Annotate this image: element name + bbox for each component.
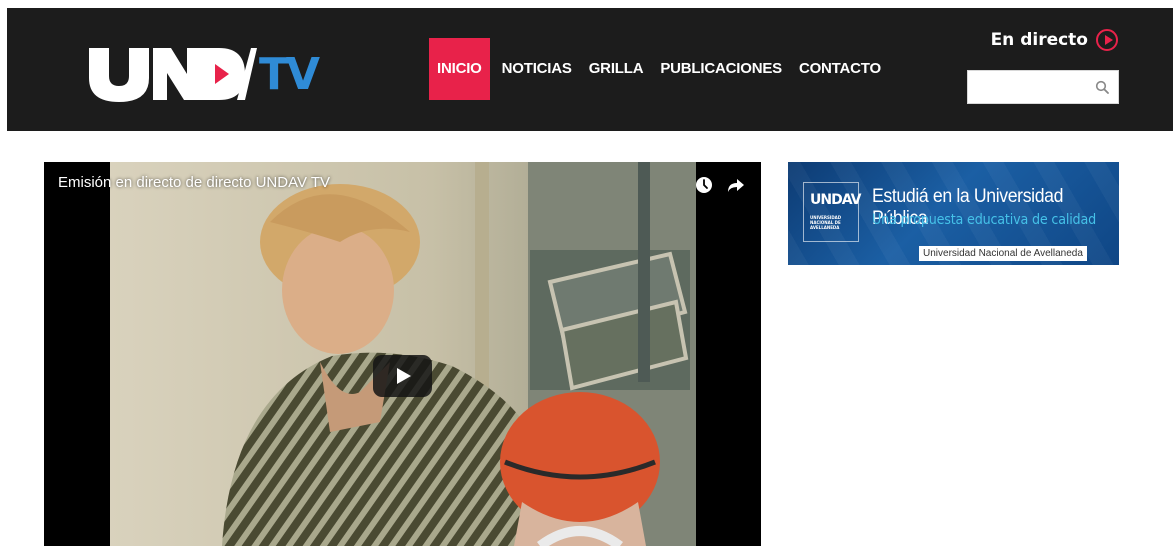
site-header: TV INICIO NOTICIAS GRILLA PUBLICACIONES … <box>7 8 1173 131</box>
university-banner[interactable]: UNDAV UNIVERSIDAD NACIONAL DE AVELLANEDA… <box>788 162 1119 265</box>
search-icon[interactable] <box>1095 80 1109 94</box>
play-icon[interactable] <box>373 355 432 397</box>
search-box <box>967 70 1119 104</box>
clock-icon[interactable] <box>695 176 713 194</box>
banner-tag: Universidad Nacional de Avellaneda <box>919 246 1087 261</box>
share-icon[interactable] <box>727 176 745 194</box>
nav-item-grilla[interactable]: GRILLA <box>582 38 651 100</box>
nav-item-noticias[interactable]: NOTICIAS <box>495 38 579 100</box>
search-input[interactable] <box>974 72 1093 104</box>
banner-logo-text: UNIVERSIDAD NACIONAL DE AVELLANEDA <box>810 215 842 230</box>
nav-item-publicaciones[interactable]: PUBLICACIONES <box>653 38 789 100</box>
video-player[interactable]: Emisión en directo de directo UNDAV TV <box>44 162 761 546</box>
video-thumbnail <box>110 162 696 546</box>
undav-logo-mark <box>89 48 257 102</box>
main-nav: INICIO NOTICIAS GRILLA PUBLICACIONES CON… <box>429 38 891 100</box>
nav-item-contacto[interactable]: CONTACTO <box>792 38 888 100</box>
site-logo[interactable]: TV <box>87 42 320 104</box>
video-toolbar <box>695 176 745 194</box>
live-label: En directo <box>990 30 1088 50</box>
nav-item-inicio[interactable]: INICIO <box>429 38 490 100</box>
banner-subtitle: Una propuesta educativa de calidad <box>872 212 1096 228</box>
play-circle-icon <box>1096 29 1118 51</box>
video-title: Emisión en directo de directo UNDAV TV <box>58 174 331 191</box>
logo-tv-text: TV <box>259 49 320 100</box>
banner-logo: UNDAV UNIVERSIDAD NACIONAL DE AVELLANEDA <box>803 182 861 242</box>
banner-logo-mark: UNDAV <box>810 192 861 208</box>
live-link[interactable]: En directo <box>991 29 1118 51</box>
